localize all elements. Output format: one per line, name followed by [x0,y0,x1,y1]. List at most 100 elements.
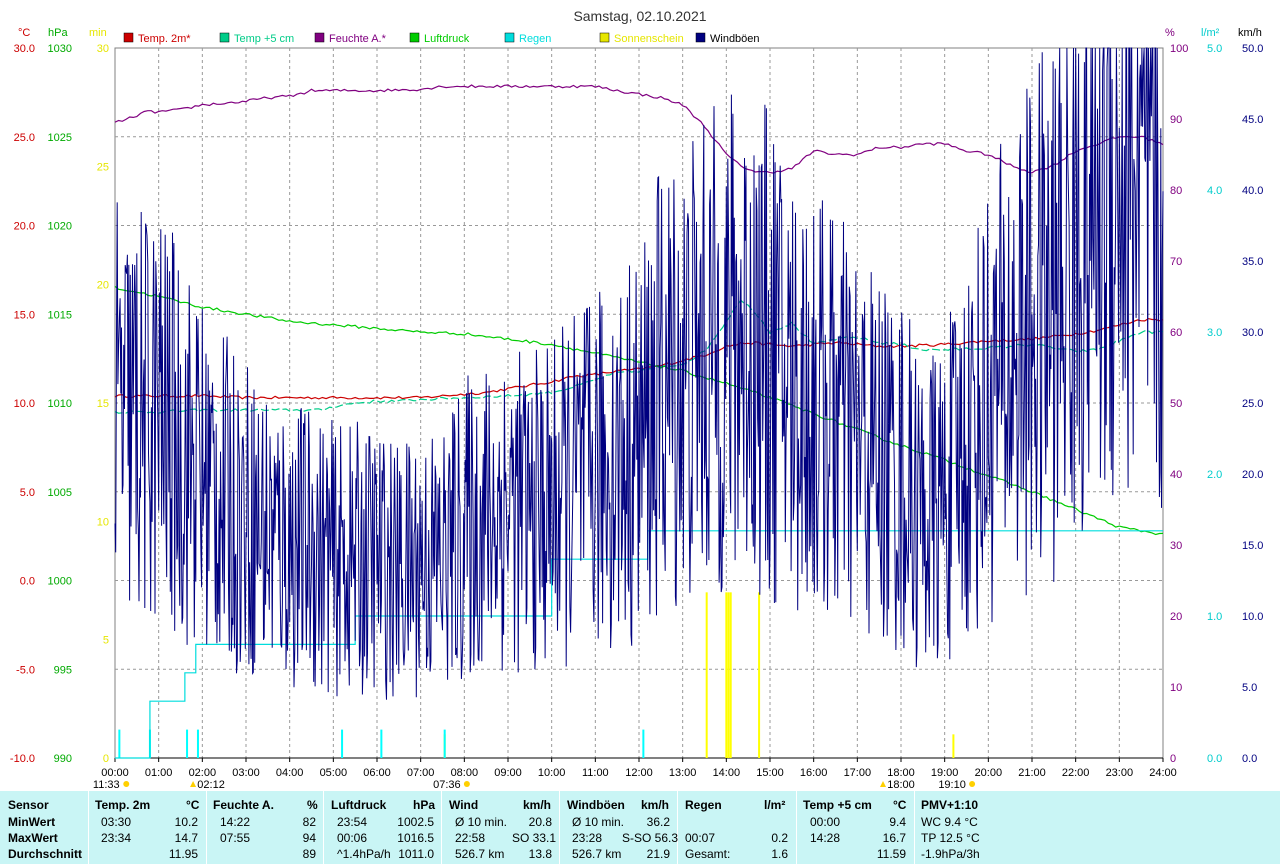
legend-label: Feuchte A.* [329,33,387,45]
chart-title: Samstag, 02.10.2021 [573,8,706,24]
header-rain: Regen [685,798,722,812]
humidity-axis-tick-label: 60 [1170,327,1182,339]
sunshine-bar [725,592,728,758]
stats-wind-a-1: Ø 10 min. [455,815,508,829]
header-temp-unit: °C [186,798,200,812]
pressure-axis-tick-label: 1030 [48,43,72,55]
legend-swatch [504,32,515,43]
header-sensor: Sensor [8,798,49,812]
sun-icon [463,781,470,787]
legend-label: Sonnenschein [614,33,684,45]
rain-bar [118,729,121,758]
stats-press-t-3: ^1.4hPa/h [337,847,391,861]
humidity-axis-tick-label: 90 [1170,114,1182,126]
pressure-axis-tick-label: 1000 [48,576,72,588]
pressure-axis-tick-label: 1025 [48,132,72,144]
rain-bar [642,729,645,758]
header-rain-unit: l/m² [764,798,786,812]
legend-swatch [123,32,134,43]
stats-press-v-3: 1011.0 [398,847,434,861]
legend-swatch [314,32,325,43]
legend-label: Temp. 2m* [138,33,191,45]
humidity-unit-label: % [1165,27,1175,39]
sun-moon-time: 02:12 [197,779,225,791]
sun-moon-time: 07:36 [433,779,461,791]
rain-bar [443,729,446,758]
x-tick-label: 15:00 [756,767,784,779]
sunshine-axis-tick-label: 0 [103,753,109,765]
sun-icon [123,781,130,787]
sunshine-bar [758,592,761,758]
stats-hum-v-3: 89 [302,847,316,861]
temp-unit-label: °C [18,27,30,39]
header-pmv: PMV+1:10 [921,798,979,812]
sunshine-axis-tick-label: 15 [97,398,109,410]
header-gust-unit: km/h [641,798,670,812]
wind-axis-tick-label: 40.0 [1242,185,1263,197]
wind-unit-label: km/h [1238,27,1262,39]
stats-temp-v-3: 11.95 [168,847,198,861]
stats-press-v-2: 1016.5 [397,831,434,845]
x-tick-label: 09:00 [494,767,522,779]
pressure-axis-tick-label: 1005 [48,487,72,499]
temp-axis-tick-label: 10.0 [14,398,35,410]
legend-label: Luftdruck [424,33,470,45]
stats-press-t-2: 00:06 [337,831,368,845]
x-tick-label: 24:00 [1149,767,1177,779]
stats-wind-v-3: 13.8 [528,847,552,861]
rain-unit-label: l/m² [1201,27,1220,39]
x-tick-label: 01:00 [145,767,173,779]
rain-bar [380,729,383,758]
wind-axis-tick-label: 30.0 [1242,327,1263,339]
header-humidity: Feuchte A. [213,798,274,812]
wind-axis-tick-label: 20.0 [1242,469,1263,481]
temp-axis-tick-label: 30.0 [14,43,35,55]
legend-swatch [219,32,230,43]
header-pressure: Luftdruck [331,798,387,812]
stats-gust-v-1: 36.2 [646,815,670,829]
wind-axis-tick-label: 5.0 [1242,682,1257,694]
stats-hum-v-1: 82 [302,815,316,829]
stats-rain-v-3: 1.6 [771,847,788,861]
stats-temp-v-2: 14.7 [174,831,198,845]
legend-label: Temp +5 cm [234,33,294,45]
x-tick-label: 23:00 [1106,767,1134,779]
wind-axis-tick-label: 35.0 [1242,256,1263,268]
temp-axis-tick-label: 25.0 [14,132,35,144]
sunshine-bar [952,734,955,758]
humidity-axis-tick-label: 50 [1170,398,1182,410]
temp-axis-tick-label: -10.0 [10,753,35,765]
x-tick-label: 04:00 [276,767,304,779]
wind-axis-tick-label: 45.0 [1242,114,1263,126]
temp-axis-tick-label: 15.0 [14,309,35,321]
humidity-axis-tick-label: 10 [1170,682,1182,694]
stats-rain-v-2: 0.2 [771,831,788,845]
header-temp: Temp. 2m [95,798,151,812]
stats-rain-t-2: 00:07 [685,831,716,845]
rain-bar [186,729,189,758]
stats-t5-v-2: 16.7 [882,831,906,845]
x-tick-label: 06:00 [363,767,391,779]
header-wind-unit: km/h [523,798,552,812]
sun-moon-time: 18:00 [887,779,915,791]
sunshine-axis-tick-label: 25 [97,161,109,173]
x-tick-label: 14:00 [713,767,741,779]
wind-axis-tick-label: 25.0 [1242,398,1263,410]
sun-moon-time: 19:10 [938,779,966,791]
stats-label-1: MinWert [8,815,56,829]
stats-rain-t-3: Gesamt: [685,847,731,861]
header-temp5-unit: °C [893,798,907,812]
x-tick-label: 22:00 [1062,767,1090,779]
humidity-axis-tick-label: 80 [1170,185,1182,197]
rain-axis-tick-label: 5.0 [1207,43,1222,55]
stats-t5-t-2: 14:28 [810,831,841,845]
humidity-axis-tick-label: 100 [1170,43,1188,55]
header-humidity-unit: % [307,798,318,812]
stats-wind-v-1: 20.8 [528,815,552,829]
stats-temp-t-2: 23:34 [101,831,132,845]
pressure-axis-tick-label: 1010 [48,398,72,410]
x-tick-label: 07:00 [407,767,435,779]
sunshine-axis-tick-label: 20 [97,280,109,292]
sunshine-unit-label: min [89,27,107,39]
rain-axis-tick-label: 0.0 [1207,753,1222,765]
